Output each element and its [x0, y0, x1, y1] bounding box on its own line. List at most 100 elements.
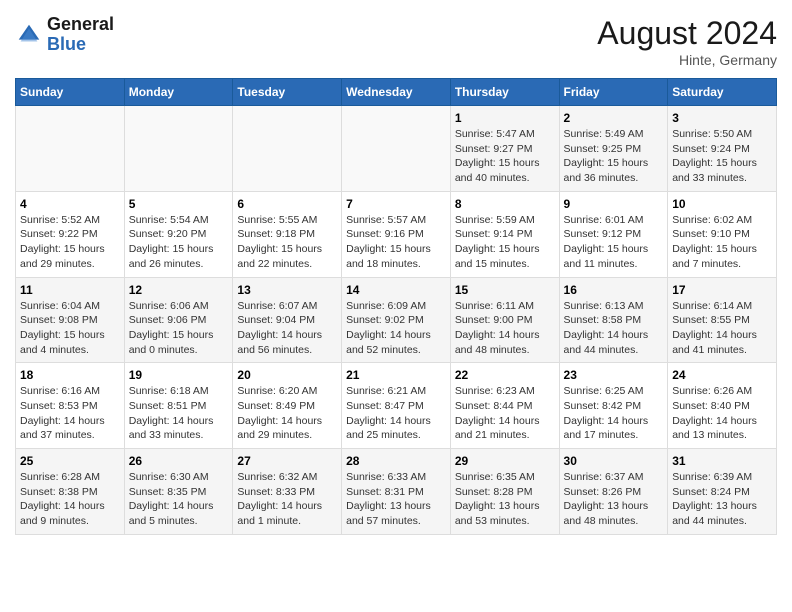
calendar-cell: 1 Sunrise: 5:47 AM Sunset: 9:27 PM Daylig… — [450, 106, 559, 192]
day-info: Sunrise: 6:21 AM Sunset: 8:47 PM Dayligh… — [346, 384, 446, 443]
calendar-cell: 6 Sunrise: 5:55 AM Sunset: 9:18 PM Daylig… — [233, 191, 342, 277]
calendar-week-row: 18Sunrise: 6:16 AM Sunset: 8:53 PM Dayli… — [16, 363, 777, 449]
day-info: Sunrise: 6:07 AM Sunset: 9:04 PM Dayligh… — [237, 299, 337, 358]
day-info: Sunrise: 5:55 AM Sunset: 9:18 PM Dayligh… — [237, 213, 337, 272]
day-info: Sunrise: 6:06 AM Sunset: 9:06 PM Dayligh… — [129, 299, 229, 358]
calendar-cell: 15 Sunrise: 6:11 AM Sunset: 9:00 PM Dayli… — [450, 277, 559, 363]
day-info: Sunrise: 5:59 AM Sunset: 9:14 PM Dayligh… — [455, 213, 555, 272]
calendar-week-row: 25 Sunrise: 6:28 AM Sunset: 8:38 PM Dayli… — [16, 449, 777, 535]
day-info: Sunrise: 6:20 AM Sunset: 8:49 PM Dayligh… — [237, 384, 337, 443]
day-number: 1 — [455, 111, 555, 125]
day-number: 22 — [455, 368, 555, 382]
day-number: 26 — [129, 454, 229, 468]
calendar-cell: 17 Sunrise: 6:14 AM Sunset: 8:55 PM Dayli… — [668, 277, 777, 363]
calendar-cell: 12 Sunrise: 6:06 AM Sunset: 9:06 PM Dayli… — [124, 277, 233, 363]
calendar-cell: 2 Sunrise: 5:49 AM Sunset: 9:25 PM Daylig… — [559, 106, 668, 192]
day-number: 21 — [346, 368, 446, 382]
calendar-cell: 9Sunrise: 6:01 AM Sunset: 9:12 PM Daylig… — [559, 191, 668, 277]
calendar-cell: 29 Sunrise: 6:35 AM Sunset: 8:28 PM Dayli… — [450, 449, 559, 535]
day-info: Sunrise: 6:35 AM Sunset: 8:28 PM Dayligh… — [455, 470, 555, 529]
weekday-header-row: SundayMondayTuesdayWednesdayThursdayFrid… — [16, 79, 777, 106]
title-block: August 2024 Hinte, Germany — [597, 15, 777, 68]
weekday-header-friday: Friday — [559, 79, 668, 106]
calendar-cell: 4 Sunrise: 5:52 AM Sunset: 9:22 PM Daylig… — [16, 191, 125, 277]
day-info: Sunrise: 6:39 AM Sunset: 8:24 PM Dayligh… — [672, 470, 772, 529]
day-number: 25 — [20, 454, 120, 468]
day-info: Sunrise: 5:57 AM Sunset: 9:16 PM Dayligh… — [346, 213, 446, 272]
day-info: Sunrise: 5:54 AM Sunset: 9:20 PM Dayligh… — [129, 213, 229, 272]
calendar-cell: 7 Sunrise: 5:57 AM Sunset: 9:16 PM Daylig… — [342, 191, 451, 277]
page-header: General Blue August 2024 Hinte, Germany — [15, 15, 777, 68]
day-number: 14 — [346, 283, 446, 297]
calendar-week-row: 4 Sunrise: 5:52 AM Sunset: 9:22 PM Daylig… — [16, 191, 777, 277]
calendar-cell: 28Sunrise: 6:33 AM Sunset: 8:31 PM Dayli… — [342, 449, 451, 535]
day-info: Sunrise: 5:50 AM Sunset: 9:24 PM Dayligh… — [672, 127, 772, 186]
calendar-cell: 10 Sunrise: 6:02 AM Sunset: 9:10 PM Dayli… — [668, 191, 777, 277]
weekday-header-tuesday: Tuesday — [233, 79, 342, 106]
day-number: 15 — [455, 283, 555, 297]
calendar-cell: 22 Sunrise: 6:23 AM Sunset: 8:44 PM Dayli… — [450, 363, 559, 449]
calendar-week-row: 1 Sunrise: 5:47 AM Sunset: 9:27 PM Daylig… — [16, 106, 777, 192]
day-info: Sunrise: 6:30 AM Sunset: 8:35 PM Dayligh… — [129, 470, 229, 529]
day-info: Sunrise: 5:49 AM Sunset: 9:25 PM Dayligh… — [564, 127, 664, 186]
day-number: 3 — [672, 111, 772, 125]
day-info: Sunrise: 6:37 AM Sunset: 8:26 PM Dayligh… — [564, 470, 664, 529]
calendar-cell: 11 Sunrise: 6:04 AM Sunset: 9:08 PM Dayli… — [16, 277, 125, 363]
day-number: 19 — [129, 368, 229, 382]
weekday-header-wednesday: Wednesday — [342, 79, 451, 106]
calendar-cell: 23Sunrise: 6:25 AM Sunset: 8:42 PM Dayli… — [559, 363, 668, 449]
day-number: 27 — [237, 454, 337, 468]
day-info: Sunrise: 6:18 AM Sunset: 8:51 PM Dayligh… — [129, 384, 229, 443]
day-number: 4 — [20, 197, 120, 211]
calendar-cell: 8 Sunrise: 5:59 AM Sunset: 9:14 PM Daylig… — [450, 191, 559, 277]
day-info: Sunrise: 6:11 AM Sunset: 9:00 PM Dayligh… — [455, 299, 555, 358]
logo-blue: Blue — [47, 34, 86, 54]
day-number: 13 — [237, 283, 337, 297]
day-number: 20 — [237, 368, 337, 382]
day-number: 5 — [129, 197, 229, 211]
logo: General Blue — [15, 15, 114, 55]
calendar-cell: 21 Sunrise: 6:21 AM Sunset: 8:47 PM Dayli… — [342, 363, 451, 449]
day-number: 8 — [455, 197, 555, 211]
calendar-cell: 14 Sunrise: 6:09 AM Sunset: 9:02 PM Dayli… — [342, 277, 451, 363]
calendar-cell: 30 Sunrise: 6:37 AM Sunset: 8:26 PM Dayli… — [559, 449, 668, 535]
calendar-cell — [342, 106, 451, 192]
weekday-header-thursday: Thursday — [450, 79, 559, 106]
calendar-cell: 3 Sunrise: 5:50 AM Sunset: 9:24 PM Daylig… — [668, 106, 777, 192]
calendar-cell — [233, 106, 342, 192]
day-info: Sunrise: 6:28 AM Sunset: 8:38 PM Dayligh… — [20, 470, 120, 529]
calendar-cell: 26 Sunrise: 6:30 AM Sunset: 8:35 PM Dayli… — [124, 449, 233, 535]
day-info: Sunrise: 6:25 AM Sunset: 8:42 PM Dayligh… — [564, 384, 664, 443]
calendar-cell — [124, 106, 233, 192]
day-number: 29 — [455, 454, 555, 468]
day-number: 24 — [672, 368, 772, 382]
day-info: Sunrise: 6:02 AM Sunset: 9:10 PM Dayligh… — [672, 213, 772, 272]
logo-icon — [15, 21, 43, 49]
day-number: 30 — [564, 454, 664, 468]
calendar-table: SundayMondayTuesdayWednesdayThursdayFrid… — [15, 78, 777, 535]
day-info: Sunrise: 5:47 AM Sunset: 9:27 PM Dayligh… — [455, 127, 555, 186]
calendar-cell: 24 Sunrise: 6:26 AM Sunset: 8:40 PM Dayli… — [668, 363, 777, 449]
day-number: 12 — [129, 283, 229, 297]
day-info: Sunrise: 6:13 AM Sunset: 8:58 PM Dayligh… — [564, 299, 664, 358]
location: Hinte, Germany — [597, 52, 777, 68]
day-info: Sunrise: 5:52 AM Sunset: 9:22 PM Dayligh… — [20, 213, 120, 272]
weekday-header-sunday: Sunday — [16, 79, 125, 106]
day-number: 11 — [20, 283, 120, 297]
calendar-cell: 5 Sunrise: 5:54 AM Sunset: 9:20 PM Daylig… — [124, 191, 233, 277]
day-number: 16 — [564, 283, 664, 297]
day-info: Sunrise: 6:23 AM Sunset: 8:44 PM Dayligh… — [455, 384, 555, 443]
day-info: Sunrise: 6:26 AM Sunset: 8:40 PM Dayligh… — [672, 384, 772, 443]
day-info: Sunrise: 6:33 AM Sunset: 8:31 PM Dayligh… — [346, 470, 446, 529]
weekday-header-saturday: Saturday — [668, 79, 777, 106]
day-number: 6 — [237, 197, 337, 211]
day-info: Sunrise: 6:14 AM Sunset: 8:55 PM Dayligh… — [672, 299, 772, 358]
day-info: Sunrise: 6:04 AM Sunset: 9:08 PM Dayligh… — [20, 299, 120, 358]
calendar-cell: 19 Sunrise: 6:18 AM Sunset: 8:51 PM Dayli… — [124, 363, 233, 449]
day-number: 7 — [346, 197, 446, 211]
calendar-cell: 16 Sunrise: 6:13 AM Sunset: 8:58 PM Dayli… — [559, 277, 668, 363]
day-info: Sunrise: 6:09 AM Sunset: 9:02 PM Dayligh… — [346, 299, 446, 358]
day-number: 17 — [672, 283, 772, 297]
day-number: 2 — [564, 111, 664, 125]
day-number: 10 — [672, 197, 772, 211]
